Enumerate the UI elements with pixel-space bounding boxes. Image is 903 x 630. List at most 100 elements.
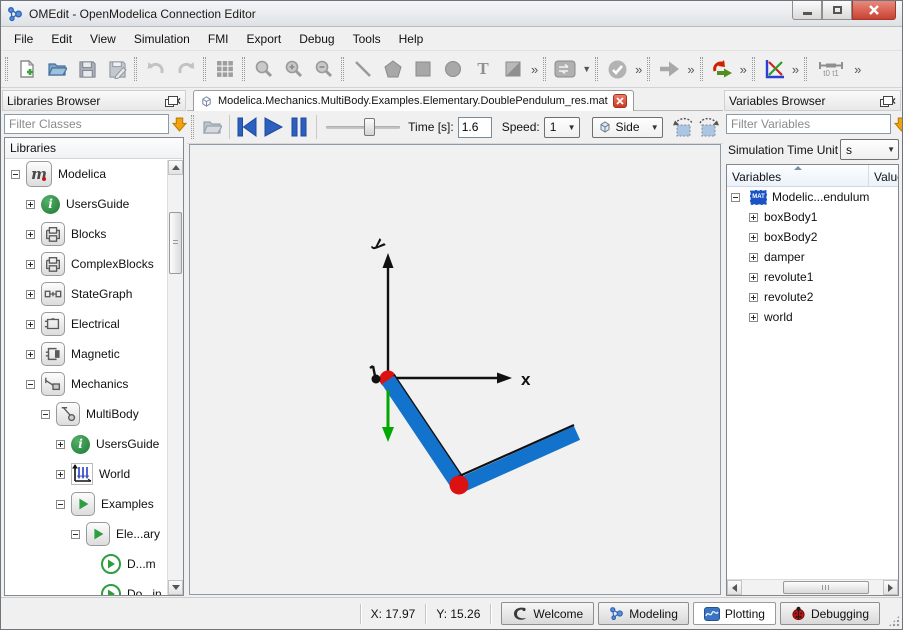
toolbar-handle[interactable] <box>203 57 206 81</box>
line-shape-button[interactable] <box>348 55 378 83</box>
pause-animation-button[interactable] <box>287 114 311 140</box>
open-model-button[interactable] <box>42 55 72 83</box>
check-overflow-button[interactable]: » <box>632 62 645 77</box>
scroll-left-button[interactable] <box>727 580 742 595</box>
save-button[interactable] <box>72 55 102 83</box>
rectangle-shape-button[interactable] <box>408 55 438 83</box>
menu-export[interactable]: Export <box>238 29 291 49</box>
collapse-expander[interactable] <box>41 410 50 419</box>
simulate-overflow-button[interactable]: » <box>684 62 697 77</box>
expand-expander[interactable] <box>26 200 35 209</box>
toolbar-handle[interactable] <box>752 57 755 81</box>
play-animation-button[interactable] <box>261 114 285 140</box>
expand-expander[interactable] <box>56 440 65 449</box>
filter-classes-input[interactable] <box>4 114 169 134</box>
expand-expander[interactable] <box>749 273 758 282</box>
tree-item-blocks[interactable]: Blocks <box>5 219 183 249</box>
tree-item-electrical[interactable]: Electrical <box>5 309 183 339</box>
animation-time-slider[interactable] <box>326 117 400 137</box>
re-simulate-button[interactable] <box>707 55 737 83</box>
menu-help[interactable]: Help <box>390 29 433 49</box>
menu-debug[interactable]: Debug <box>290 29 343 49</box>
filter-options-button[interactable] <box>172 115 187 133</box>
variable-item-boxbody1[interactable]: boxBody1 <box>727 207 898 227</box>
toolbar-handle[interactable] <box>647 57 650 81</box>
scrollbar-thumb[interactable] <box>783 581 869 594</box>
variables-horizontal-scrollbar[interactable] <box>727 579 898 595</box>
variable-item-world[interactable]: world <box>727 307 898 327</box>
zoom-in-button[interactable] <box>279 55 309 83</box>
expand-expander[interactable] <box>749 253 758 262</box>
new-modelica-class-button[interactable] <box>12 55 42 83</box>
tab-close-button[interactable] <box>613 94 627 108</box>
expand-expander[interactable] <box>26 260 35 269</box>
zoom-fit-button[interactable] <box>249 55 279 83</box>
toolbar-handle[interactable] <box>543 57 546 81</box>
title-bar[interactable]: OMEdit - OpenModelica Connection Editor <box>1 1 902 27</box>
view-combobox[interactable]: Side▼ <box>592 117 663 138</box>
tree-item-complexblocks[interactable]: ComplexBlocks <box>5 249 183 279</box>
show-grid-button[interactable] <box>210 55 240 83</box>
float-dock-button[interactable] <box>160 95 174 107</box>
tree-item-world[interactable]: World <box>5 459 183 489</box>
variables-root-item[interactable]: MAT Modelic...endulum <box>727 187 898 207</box>
tree-item-examples[interactable]: Examples <box>5 489 183 519</box>
resize-grip[interactable] <box>888 615 900 627</box>
toolbar-handle[interactable] <box>341 57 344 81</box>
transition-mode-button[interactable] <box>550 55 580 83</box>
toolbar-handle[interactable] <box>134 57 137 81</box>
menu-fmi[interactable]: FMI <box>199 29 238 49</box>
polygon-shape-button[interactable] <box>378 55 408 83</box>
speed-combobox[interactable]: 1▼ <box>544 117 580 138</box>
tree-item-usersguide[interactable]: i UsersGuide <box>5 189 183 219</box>
simulation-interval-button[interactable]: t0 t1 <box>811 55 851 83</box>
toolbar-handle[interactable] <box>700 57 703 81</box>
expand-expander[interactable] <box>749 213 758 222</box>
initialize-animation-button[interactable] <box>235 114 259 140</box>
tree-item-elementary[interactable]: Ele...ary <box>5 519 183 549</box>
tree-item-doublependulum[interactable]: D...m <box>5 549 183 579</box>
filter-variables-input[interactable] <box>726 114 891 134</box>
minimize-button[interactable] <box>792 1 822 20</box>
variable-item-boxbody2[interactable]: boxBody2 <box>727 227 898 247</box>
maximize-button[interactable] <box>822 1 852 20</box>
menu-file[interactable]: File <box>5 29 42 49</box>
perspective-modeling-button[interactable]: Modeling <box>598 602 689 625</box>
bitmap-shape-button[interactable] <box>498 55 528 83</box>
time-unit-combobox[interactable]: s▼ <box>840 139 899 160</box>
tab-doublependulum-result[interactable]: Modelica.Mechanics.MultiBody.Examples.El… <box>193 90 634 111</box>
variable-item-damper[interactable]: damper <box>727 247 898 267</box>
tree-item-multibody[interactable]: MultiBody <box>5 399 183 429</box>
collapse-expander[interactable] <box>731 193 740 202</box>
open-animation-file-button[interactable] <box>200 114 224 140</box>
zoom-out-button[interactable] <box>309 55 339 83</box>
perspective-debugging-button[interactable]: Debugging <box>780 602 880 625</box>
new-plot-window-button[interactable] <box>759 55 789 83</box>
scroll-up-button[interactable] <box>168 160 183 175</box>
collapse-expander[interactable] <box>71 530 80 539</box>
toolbar-handle[interactable] <box>595 57 598 81</box>
collapse-expander[interactable] <box>56 500 65 509</box>
column-value[interactable]: Value <box>869 165 898 186</box>
menu-simulation[interactable]: Simulation <box>125 29 199 49</box>
scroll-right-button[interactable] <box>883 580 898 595</box>
perspective-welcome-button[interactable]: Welcome <box>501 602 594 625</box>
expand-expander[interactable] <box>749 293 758 302</box>
time-input[interactable] <box>458 117 492 138</box>
expand-expander[interactable] <box>26 290 35 299</box>
variable-item-revolute1[interactable]: revolute1 <box>727 267 898 287</box>
redo-button[interactable] <box>171 55 201 83</box>
scroll-down-button[interactable] <box>168 580 183 595</box>
toolbar-handle[interactable] <box>242 57 245 81</box>
scrollbar-thumb[interactable] <box>169 212 182 274</box>
filter-options-button[interactable] <box>894 115 903 133</box>
save-as-button[interactable] <box>102 55 132 83</box>
tree-item-doublependuluminit[interactable]: Do...in <box>5 579 183 595</box>
tree-item-multibody-usersguide[interactable]: i UsersGuide <box>5 429 183 459</box>
toolbar-handle[interactable] <box>191 115 194 139</box>
close-button[interactable] <box>852 1 896 20</box>
toolbar-overflow-button[interactable]: » <box>528 62 541 77</box>
tree-item-mechanics[interactable]: Mechanics <box>5 369 183 399</box>
undo-button[interactable] <box>141 55 171 83</box>
float-dock-button[interactable] <box>875 95 889 107</box>
